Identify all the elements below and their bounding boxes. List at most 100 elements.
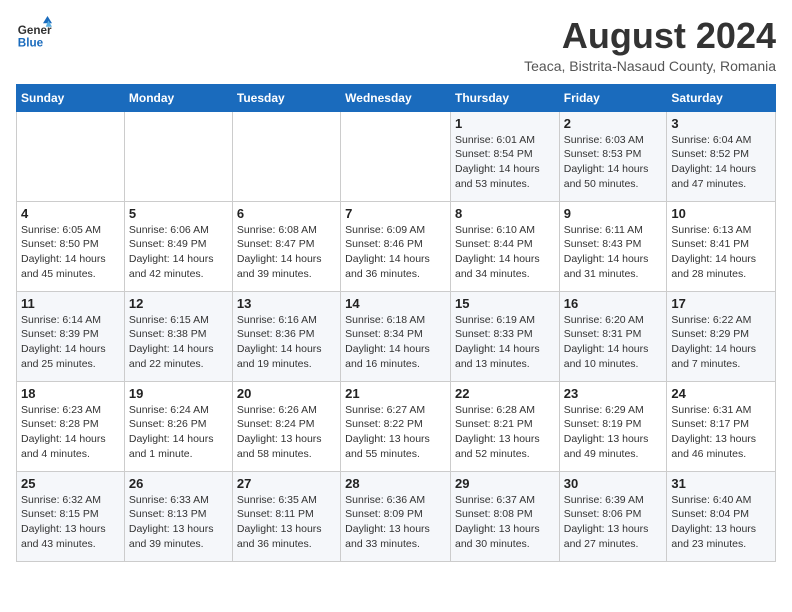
day-number: 10 [671, 206, 771, 221]
day-number: 27 [237, 476, 336, 491]
day-info: Sunrise: 6:05 AM Sunset: 8:50 PM Dayligh… [21, 223, 120, 282]
day-number: 28 [345, 476, 446, 491]
day-number: 19 [129, 386, 228, 401]
day-info: Sunrise: 6:40 AM Sunset: 8:04 PM Dayligh… [671, 493, 771, 552]
day-number: 30 [564, 476, 663, 491]
day-number: 29 [455, 476, 555, 491]
day-info: Sunrise: 6:37 AM Sunset: 8:08 PM Dayligh… [455, 493, 555, 552]
svg-text:Blue: Blue [18, 37, 44, 50]
calendar-cell: 21 Sunrise: 6:27 AM Sunset: 8:22 PM Dayli… [341, 381, 451, 471]
calendar-cell: 12 Sunrise: 6:15 AM Sunset: 8:38 PM Dayli… [124, 291, 232, 381]
calendar-cell: 26Sunrise: 6:33 AM Sunset: 8:13 PM Dayli… [124, 471, 232, 561]
day-info: Sunrise: 6:39 AM Sunset: 8:06 PM Dayligh… [564, 493, 663, 552]
calendar-cell: 30 Sunrise: 6:39 AM Sunset: 8:06 PM Dayli… [559, 471, 667, 561]
calendar-week-row: 1 Sunrise: 6:01 AM Sunset: 8:54 PM Daylig… [17, 111, 776, 201]
day-number: 31 [671, 476, 771, 491]
day-number: 8 [455, 206, 555, 221]
day-info: Sunrise: 6:19 AM Sunset: 8:33 PM Dayligh… [455, 313, 555, 372]
calendar-cell: 15 Sunrise: 6:19 AM Sunset: 8:33 PM Dayli… [450, 291, 559, 381]
day-info: Sunrise: 6:35 AM Sunset: 8:11 PM Dayligh… [237, 493, 336, 552]
calendar-cell [124, 111, 232, 201]
day-number: 18 [21, 386, 120, 401]
day-info: Sunrise: 6:01 AM Sunset: 8:54 PM Dayligh… [455, 133, 555, 192]
calendar-cell: 13 Sunrise: 6:16 AM Sunset: 8:36 PM Dayli… [232, 291, 340, 381]
day-info: Sunrise: 6:20 AM Sunset: 8:31 PM Dayligh… [564, 313, 663, 372]
calendar-cell: 16 Sunrise: 6:20 AM Sunset: 8:31 PM Dayli… [559, 291, 667, 381]
header-thursday: Thursday [450, 84, 559, 111]
day-number: 22 [455, 386, 555, 401]
day-info: Sunrise: 6:13 AM Sunset: 8:41 PM Dayligh… [671, 223, 771, 282]
day-number: 3 [671, 116, 771, 131]
day-info: Sunrise: 6:32 AM Sunset: 8:15 PM Dayligh… [21, 493, 120, 552]
calendar-cell: 23 Sunrise: 6:29 AM Sunset: 8:19 PM Dayli… [559, 381, 667, 471]
title-area: August 2024 Teaca, Bistrita-Nasaud Count… [524, 16, 776, 74]
calendar-cell: 17Sunrise: 6:22 AM Sunset: 8:29 PM Dayli… [667, 291, 776, 381]
calendar-cell: 22 Sunrise: 6:28 AM Sunset: 8:21 PM Dayli… [450, 381, 559, 471]
calendar-cell: 14Sunrise: 6:18 AM Sunset: 8:34 PM Dayli… [341, 291, 451, 381]
calendar-table: SundayMondayTuesdayWednesdayThursdayFrid… [16, 84, 776, 562]
day-info: Sunrise: 6:04 AM Sunset: 8:52 PM Dayligh… [671, 133, 771, 192]
calendar-cell: 24 Sunrise: 6:31 AM Sunset: 8:17 PM Dayli… [667, 381, 776, 471]
day-number: 13 [237, 296, 336, 311]
calendar-week-row: 18 Sunrise: 6:23 AM Sunset: 8:28 PM Dayli… [17, 381, 776, 471]
day-number: 5 [129, 206, 228, 221]
calendar-cell [341, 111, 451, 201]
day-info: Sunrise: 6:10 AM Sunset: 8:44 PM Dayligh… [455, 223, 555, 282]
day-info: Sunrise: 6:11 AM Sunset: 8:43 PM Dayligh… [564, 223, 663, 282]
page-subtitle: Teaca, Bistrita-Nasaud County, Romania [524, 58, 776, 74]
day-number: 4 [21, 206, 120, 221]
header: General Blue August 2024 Teaca, Bistrita… [16, 16, 776, 74]
calendar-cell [17, 111, 125, 201]
day-info: Sunrise: 6:31 AM Sunset: 8:17 PM Dayligh… [671, 403, 771, 462]
header-friday: Friday [559, 84, 667, 111]
day-info: Sunrise: 6:18 AM Sunset: 8:34 PM Dayligh… [345, 313, 446, 372]
day-info: Sunrise: 6:16 AM Sunset: 8:36 PM Dayligh… [237, 313, 336, 372]
day-number: 7 [345, 206, 446, 221]
logo: General Blue [16, 16, 52, 52]
day-number: 1 [455, 116, 555, 131]
day-info: Sunrise: 6:23 AM Sunset: 8:28 PM Dayligh… [21, 403, 120, 462]
day-number: 20 [237, 386, 336, 401]
calendar-cell: 9Sunrise: 6:11 AM Sunset: 8:43 PM Daylig… [559, 201, 667, 291]
day-number: 17 [671, 296, 771, 311]
calendar-week-row: 25 Sunrise: 6:32 AM Sunset: 8:15 PM Dayli… [17, 471, 776, 561]
day-info: Sunrise: 6:08 AM Sunset: 8:47 PM Dayligh… [237, 223, 336, 282]
calendar-week-row: 4 Sunrise: 6:05 AM Sunset: 8:50 PM Daylig… [17, 201, 776, 291]
page-title: August 2024 [524, 16, 776, 56]
day-info: Sunrise: 6:28 AM Sunset: 8:21 PM Dayligh… [455, 403, 555, 462]
day-info: Sunrise: 6:27 AM Sunset: 8:22 PM Dayligh… [345, 403, 446, 462]
header-saturday: Saturday [667, 84, 776, 111]
day-info: Sunrise: 6:36 AM Sunset: 8:09 PM Dayligh… [345, 493, 446, 552]
day-number: 25 [21, 476, 120, 491]
calendar-cell: 7 Sunrise: 6:09 AM Sunset: 8:46 PM Daylig… [341, 201, 451, 291]
day-info: Sunrise: 6:29 AM Sunset: 8:19 PM Dayligh… [564, 403, 663, 462]
header-wednesday: Wednesday [341, 84, 451, 111]
calendar-cell: 2Sunrise: 6:03 AM Sunset: 8:53 PM Daylig… [559, 111, 667, 201]
calendar-header-row: SundayMondayTuesdayWednesdayThursdayFrid… [17, 84, 776, 111]
day-number: 26 [129, 476, 228, 491]
calendar-cell: 27 Sunrise: 6:35 AM Sunset: 8:11 PM Dayli… [232, 471, 340, 561]
day-number: 12 [129, 296, 228, 311]
header-tuesday: Tuesday [232, 84, 340, 111]
header-monday: Monday [124, 84, 232, 111]
header-sunday: Sunday [17, 84, 125, 111]
calendar-cell [232, 111, 340, 201]
day-info: Sunrise: 6:09 AM Sunset: 8:46 PM Dayligh… [345, 223, 446, 282]
calendar-cell: 20Sunrise: 6:26 AM Sunset: 8:24 PM Dayli… [232, 381, 340, 471]
day-info: Sunrise: 6:14 AM Sunset: 8:39 PM Dayligh… [21, 313, 120, 372]
calendar-cell: 10 Sunrise: 6:13 AM Sunset: 8:41 PM Dayli… [667, 201, 776, 291]
calendar-cell: 6Sunrise: 6:08 AM Sunset: 8:47 PM Daylig… [232, 201, 340, 291]
day-number: 21 [345, 386, 446, 401]
calendar-cell: 18 Sunrise: 6:23 AM Sunset: 8:28 PM Dayli… [17, 381, 125, 471]
day-number: 16 [564, 296, 663, 311]
calendar-cell: 31 Sunrise: 6:40 AM Sunset: 8:04 PM Dayli… [667, 471, 776, 561]
calendar-cell: 29 Sunrise: 6:37 AM Sunset: 8:08 PM Dayli… [450, 471, 559, 561]
calendar-cell: 4 Sunrise: 6:05 AM Sunset: 8:50 PM Daylig… [17, 201, 125, 291]
calendar-cell: 5 Sunrise: 6:06 AM Sunset: 8:49 PM Daylig… [124, 201, 232, 291]
calendar-cell: 28 Sunrise: 6:36 AM Sunset: 8:09 PM Dayli… [341, 471, 451, 561]
day-number: 23 [564, 386, 663, 401]
day-number: 24 [671, 386, 771, 401]
day-info: Sunrise: 6:15 AM Sunset: 8:38 PM Dayligh… [129, 313, 228, 372]
day-number: 15 [455, 296, 555, 311]
day-info: Sunrise: 6:06 AM Sunset: 8:49 PM Dayligh… [129, 223, 228, 282]
